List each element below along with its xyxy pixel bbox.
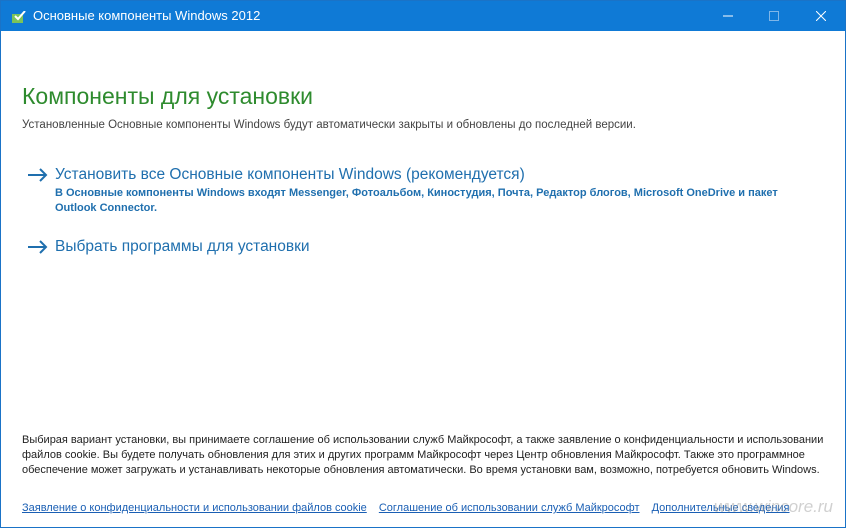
choose-programs-label[interactable]: Выбрать программы для установки	[55, 236, 310, 258]
install-all-description: В Основные компоненты Windows входят Mes…	[55, 187, 778, 214]
legal-notice: Выбирая вариант установки, вы принимаете…	[22, 434, 824, 476]
close-button[interactable]	[798, 1, 844, 31]
arrow-right-icon	[28, 240, 48, 254]
services-agreement-link[interactable]: Соглашение об использовании служб Майкро…	[379, 502, 640, 514]
window-title: Основные компоненты Windows 2012	[33, 8, 261, 23]
installer-window: Основные компоненты Windows 2012 Компоне…	[0, 0, 846, 528]
windows-essentials-icon	[12, 10, 26, 23]
title-bar[interactable]: Основные компоненты Windows 2012	[1, 1, 845, 31]
maximize-button	[751, 1, 797, 31]
watermark: www.wincore.ru	[713, 497, 833, 516]
footer-links: Заявление о конфиденциальности и использ…	[22, 501, 799, 515]
page-title: Компоненты для установки	[22, 83, 314, 109]
close-icon	[816, 11, 826, 21]
install-all-label[interactable]: Установить все Основные компоненты Windo…	[55, 164, 525, 186]
maximize-icon	[769, 11, 779, 21]
arrow-right-icon	[28, 168, 48, 182]
minimize-icon	[723, 15, 733, 17]
minimize-button[interactable]	[705, 1, 751, 31]
privacy-statement-link[interactable]: Заявление о конфиденциальности и использ…	[22, 502, 367, 514]
page-subtitle: Установленные Основные компоненты Window…	[22, 119, 636, 131]
